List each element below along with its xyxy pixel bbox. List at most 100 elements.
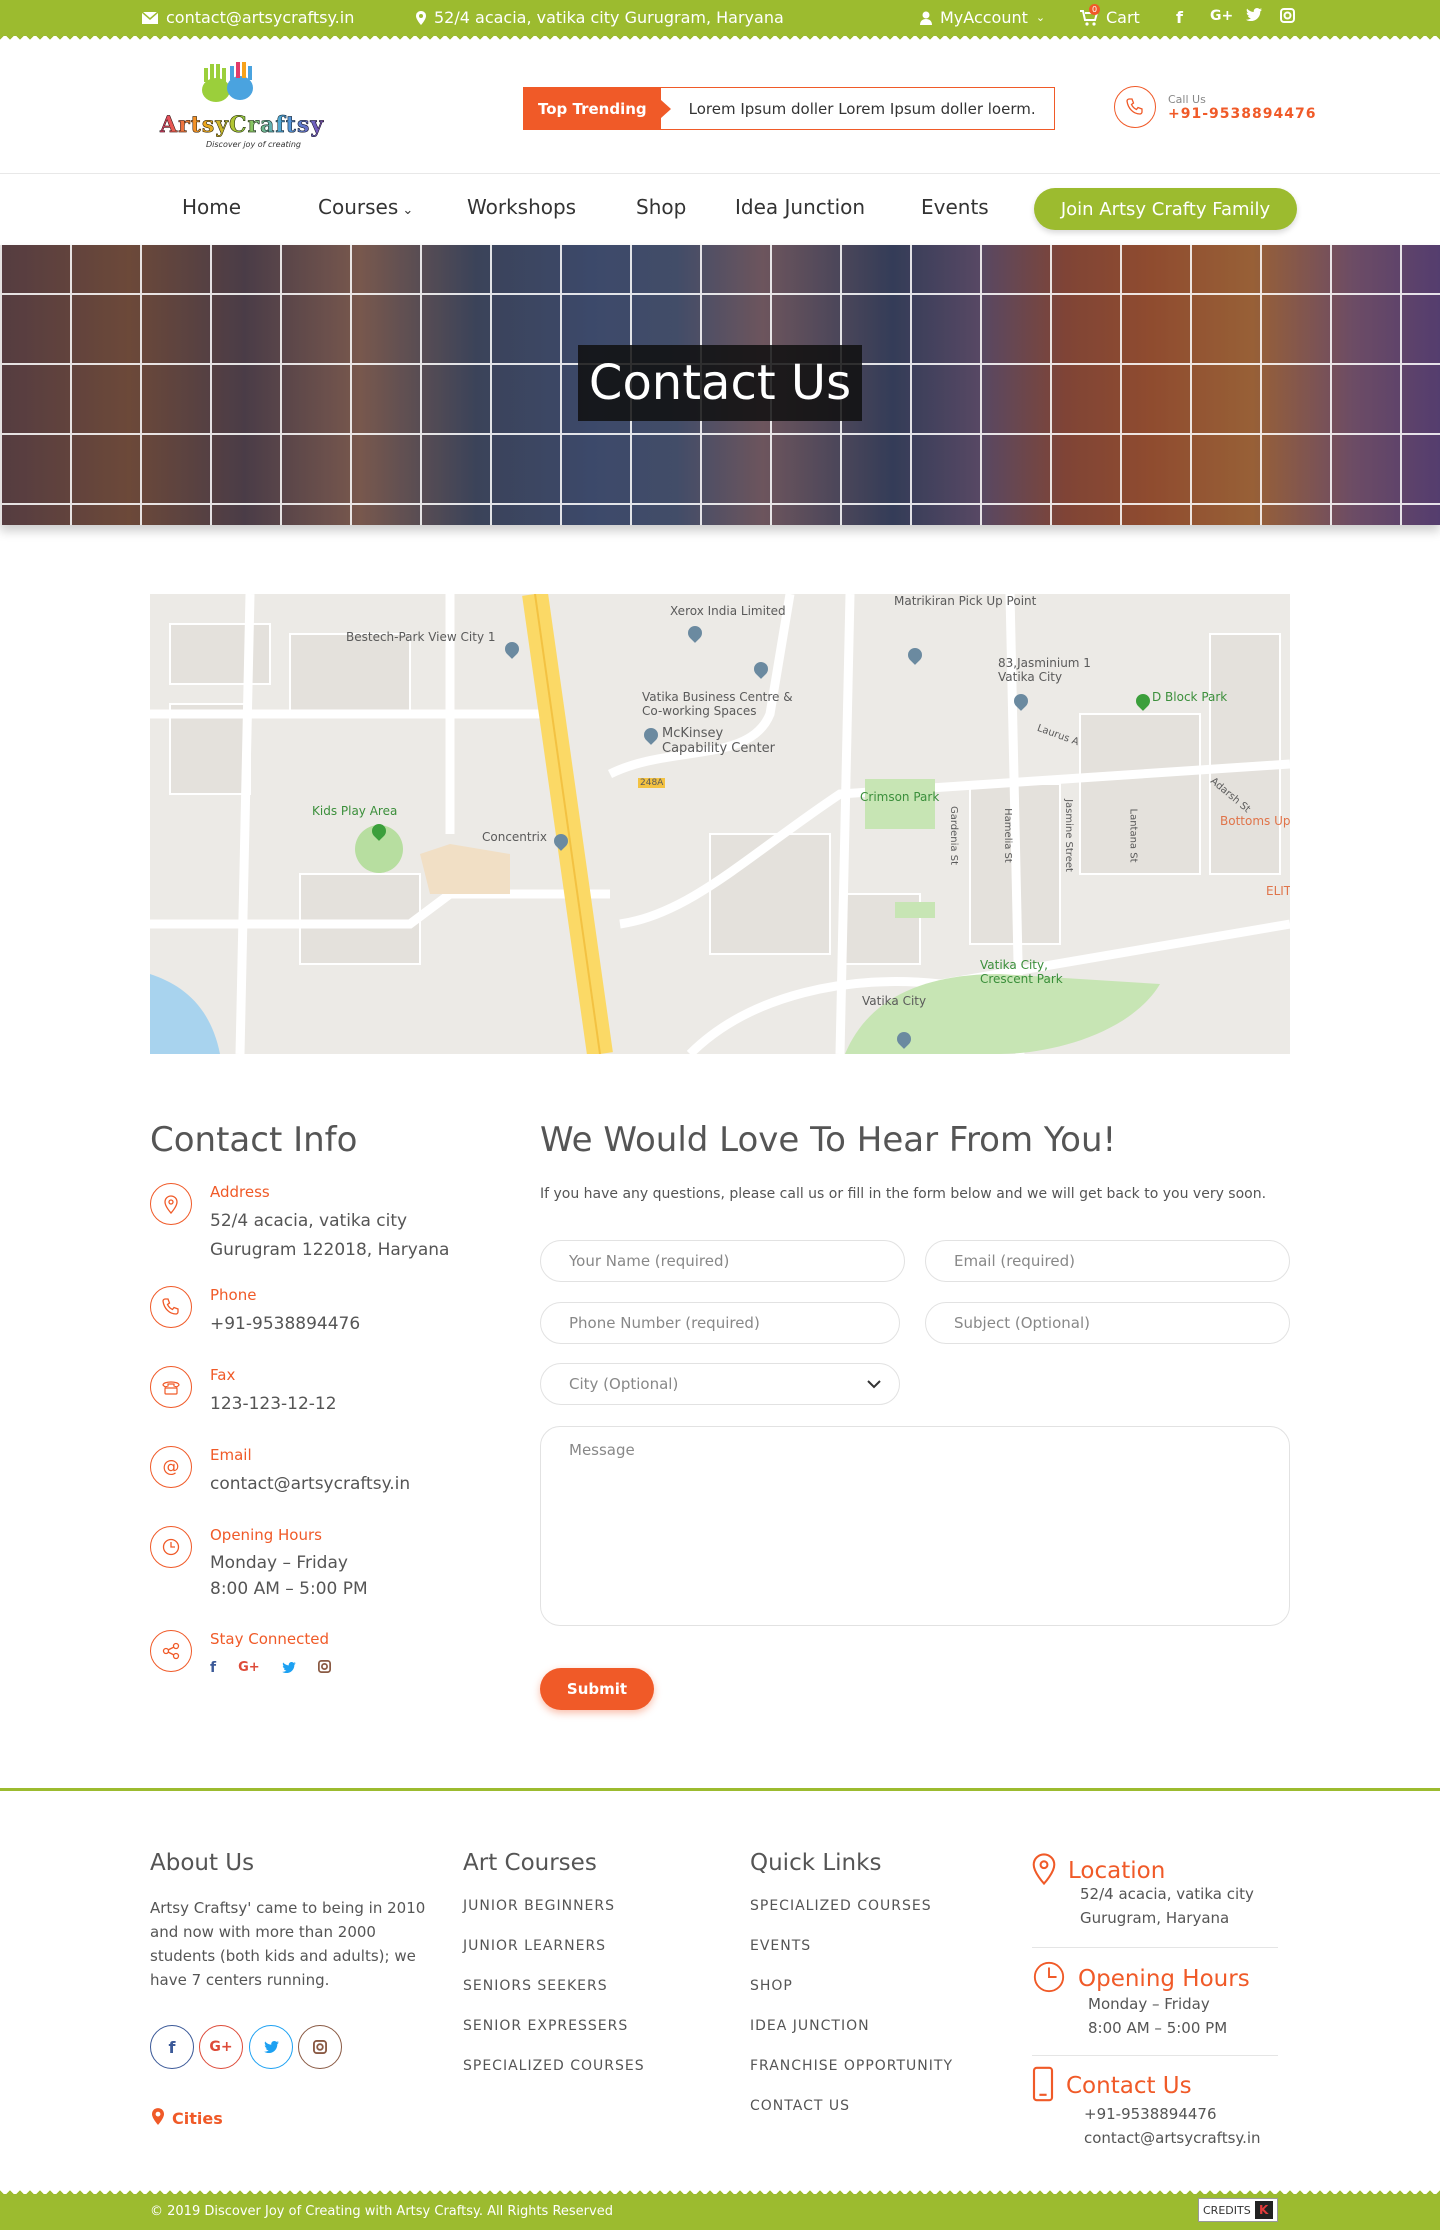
zigzag-border — [0, 2188, 1440, 2196]
twitter-icon[interactable] — [249, 2025, 293, 2069]
my-account-label: MyAccount — [940, 8, 1028, 27]
map-pin-icon — [416, 10, 426, 25]
nav-events[interactable]: Events — [921, 195, 989, 219]
my-account-menu[interactable]: MyAccount ⌄ — [920, 8, 1045, 27]
contact-info-title: Contact Info — [150, 1120, 358, 1160]
map-label: Matrikiran Pick Up Point — [894, 594, 1037, 608]
footer-course-link[interactable]: SPECIALIZED COURSES — [463, 2058, 645, 2074]
footer-quick-link[interactable]: CONTACT US — [750, 2098, 850, 2114]
site-logo[interactable]: ArtsyCraftsy Discover joy of creating — [158, 54, 338, 154]
hours-label: Opening Hours — [210, 1526, 322, 1544]
page-hero-banner: Contact Us — [0, 245, 1440, 525]
hand-print-logo-icon — [162, 62, 330, 138]
google-plus-icon[interactable]: G+ — [199, 2025, 243, 2069]
at-sign-icon: @ — [150, 1446, 192, 1488]
footer-course-link[interactable]: SENIOR EXPRESSERS — [463, 2018, 628, 2034]
copyright-text: © 2019 Discover Joy of Creating with Art… — [150, 2204, 613, 2219]
form-title: We Would Love To Hear From You! — [540, 1120, 1117, 1160]
nav-workshops[interactable]: Workshops — [467, 195, 576, 219]
social-label: Stay Connected — [210, 1630, 330, 1648]
phone-value[interactable]: +91-9538894476 — [210, 1310, 360, 1339]
call-us-number: +91-9538894476 — [1168, 105, 1317, 122]
topbar-email[interactable]: contact@artsycraftsy.in — [142, 8, 354, 27]
twitter-icon[interactable] — [1246, 8, 1262, 21]
map-pin-icon — [152, 2108, 164, 2129]
footer-course-link[interactable]: JUNIOR BEGINNERS — [463, 1898, 615, 1914]
city-select[interactable]: City (Optional) — [540, 1363, 900, 1405]
footer-location: Location 52/4 acacia, vatika city Gurugr… — [1032, 1852, 1278, 1948]
phone-icon — [1114, 86, 1156, 128]
phone-input[interactable]: Phone Number (required) — [540, 1302, 900, 1344]
email-value[interactable]: contact@artsycraftsy.in — [210, 1470, 410, 1499]
footer-contact-title: Contact Us — [1066, 2073, 1192, 2099]
fax-value: 123-123-12-12 — [210, 1394, 337, 1414]
clock-icon — [150, 1526, 192, 1568]
email-input[interactable]: Email (required) — [925, 1240, 1290, 1282]
map-label: Xerox India Limited — [670, 604, 786, 618]
map-label: Bestech-Park View City 1 — [346, 630, 496, 644]
submit-button[interactable]: Submit — [540, 1668, 654, 1710]
location-map[interactable]: Xerox India Limited Matrikiran Pick Up P… — [150, 594, 1290, 1054]
nav-courses-label: Courses — [318, 195, 399, 219]
phone-label: Phone — [210, 1286, 257, 1304]
map-label: D Block Park — [1152, 690, 1228, 704]
google-plus-icon[interactable]: G+ — [1210, 8, 1233, 24]
credits-label: CREDITS — [1203, 2203, 1251, 2217]
facebook-icon[interactable]: f — [150, 2025, 194, 2069]
instagram-icon[interactable] — [317, 1658, 331, 1677]
envelope-icon — [142, 11, 158, 24]
footer-location-line1: 52/4 acacia, vatika city — [1080, 1885, 1254, 1903]
facebook-icon[interactable]: f — [210, 1660, 216, 1676]
map-route-shield: 248A — [638, 778, 666, 788]
cart-link[interactable]: 0 Cart — [1080, 3, 1140, 27]
facebook-icon[interactable]: f — [1176, 8, 1183, 27]
map-street-label: Hamelia St — [1001, 808, 1013, 863]
subject-input[interactable]: Subject (Optional) — [925, 1302, 1290, 1344]
mobile-phone-icon — [1032, 2066, 1054, 2106]
footer-course-link[interactable]: SENIORS SEEKERS — [463, 1978, 608, 1994]
email-label: Email — [210, 1446, 252, 1464]
nav-shop[interactable]: Shop — [636, 195, 686, 219]
footer-hours-time: 8:00 AM – 5:00 PM — [1088, 2019, 1228, 2037]
footer-quick-link[interactable]: SHOP — [750, 1978, 793, 1994]
footer-location-title: Location — [1068, 1858, 1166, 1884]
share-icon — [150, 1630, 192, 1672]
map-label: Vatika Business Centre & Co-working Spac… — [642, 690, 793, 718]
credits-badge[interactable]: CREDITS K — [1198, 2198, 1278, 2222]
call-us-block[interactable]: Call Us +91-9538894476 — [1114, 86, 1316, 128]
name-input[interactable]: Your Name (required) — [540, 1240, 905, 1282]
footer-contact-phone[interactable]: +91-9538894476 — [1084, 2102, 1278, 2126]
instagram-icon[interactable] — [298, 2025, 342, 2069]
twitter-icon[interactable] — [281, 1658, 296, 1677]
top-trending-ticker[interactable]: Top Trending Lorem Ipsum doller Lorem Ip… — [523, 87, 1055, 130]
logo-tagline: Discover joy of creating — [206, 140, 301, 149]
footer-contact-email[interactable]: contact@artsycraftsy.in — [1084, 2126, 1278, 2150]
map-label: Crimson Park — [860, 790, 940, 804]
nav-idea-junction[interactable]: Idea Junction — [735, 195, 865, 219]
map-label: Concentrix — [482, 830, 547, 844]
call-us-label: Call Us — [1168, 92, 1206, 106]
footer-hours: Opening Hours Monday – Friday 8:00 AM – … — [1032, 1960, 1278, 2056]
footer-quick-link[interactable]: IDEA JUNCTION — [750, 2018, 870, 2034]
instagram-icon[interactable] — [1280, 8, 1295, 23]
nav-courses[interactable]: Courses ⌄ — [318, 195, 413, 219]
footer-quick-link[interactable]: FRANCHISE OPPORTUNITY — [750, 2058, 953, 2074]
contact-fax: Fax 123-123-12-12 — [150, 1366, 337, 1419]
contact-social: Stay Connected f G+ — [150, 1630, 331, 1677]
chevron-down-icon: ⌄ — [1035, 11, 1046, 24]
cities-label: Cities — [172, 2109, 223, 2128]
topbar-address-text: 52/4 acacia, vatika city Gurugram, Harya… — [434, 8, 784, 27]
footer-course-link[interactable]: JUNIOR LEARNERS — [463, 1938, 606, 1954]
footer-quick-link[interactable]: EVENTS — [750, 1938, 811, 1954]
nav-home[interactable]: Home — [182, 195, 241, 219]
cities-link[interactable]: Cities — [152, 2108, 223, 2129]
join-family-button[interactable]: Join Artsy Crafty Family — [1034, 188, 1297, 230]
google-plus-icon[interactable]: G+ — [238, 1660, 260, 1675]
page-title: Contact Us — [578, 345, 862, 421]
map-label: Vatika City, Crescent Park — [980, 958, 1063, 986]
top-trending-text: Lorem Ipsum doller Lorem Ipsum doller lo… — [688, 99, 1036, 118]
footer-quick-link[interactable]: SPECIALIZED COURSES — [750, 1898, 932, 1914]
clock-icon — [1032, 1960, 1066, 1998]
map-street-label: Jasmine Street — [1062, 799, 1074, 872]
message-textarea[interactable]: Message — [540, 1426, 1290, 1626]
